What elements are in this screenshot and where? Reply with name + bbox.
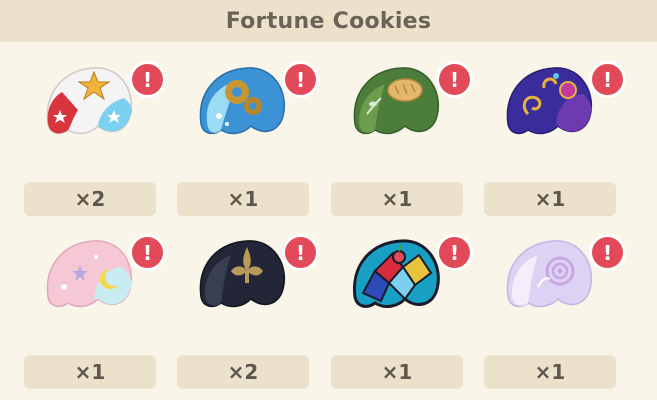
alert-icon: !	[439, 237, 470, 268]
cookie-card-moon[interactable]: ! ×1	[24, 215, 163, 389]
page-title: Fortune Cookies	[225, 8, 432, 34]
moon-cookie-icon	[38, 227, 140, 315]
cookie-count: ×2	[177, 355, 309, 389]
alert-icon: !	[592, 64, 623, 95]
cookie-card-bread[interactable]: ! ×1	[331, 42, 470, 216]
cookie-card-star[interactable]: ! ×2	[24, 42, 163, 216]
cookie-count: ×1	[331, 355, 463, 389]
header-bar: Fortune Cookies	[0, 0, 657, 42]
cookie-count: ×1	[484, 182, 616, 216]
alert-icon: !	[285, 237, 316, 268]
cookie-card-stained-glass[interactable]: ! ×1	[331, 215, 470, 389]
alert-icon: !	[285, 64, 316, 95]
cookie-card-fleur[interactable]: ! ×2	[177, 215, 316, 389]
gear-cookie-icon	[191, 54, 293, 142]
stained-glass-cookie-icon	[345, 227, 447, 315]
bread-cookie-icon	[345, 54, 447, 142]
cookie-card-gear[interactable]: ! ×1	[177, 42, 316, 216]
cookie-count: ×2	[24, 182, 156, 216]
fleur-cookie-icon	[191, 227, 293, 315]
ornate-cookie-icon	[498, 54, 600, 142]
fortune-cookie-grid: ! ×2 ! ×1 ! ×1 ! ×1 ! ×1 ! ×2 ! ×1 ! ×1	[0, 42, 657, 400]
star-cookie-icon	[38, 54, 140, 142]
alert-icon: !	[439, 64, 470, 95]
cookie-count: ×1	[177, 182, 309, 216]
alert-icon: !	[132, 64, 163, 95]
alert-icon: !	[132, 237, 163, 268]
alert-icon: !	[592, 237, 623, 268]
cookie-card-ornate[interactable]: ! ×1	[484, 42, 623, 216]
cookie-count: ×1	[24, 355, 156, 389]
cookie-count: ×1	[484, 355, 616, 389]
cookie-count: ×1	[331, 182, 463, 216]
cookie-card-rose[interactable]: ! ×1	[484, 215, 623, 389]
rose-cookie-icon	[498, 227, 600, 315]
